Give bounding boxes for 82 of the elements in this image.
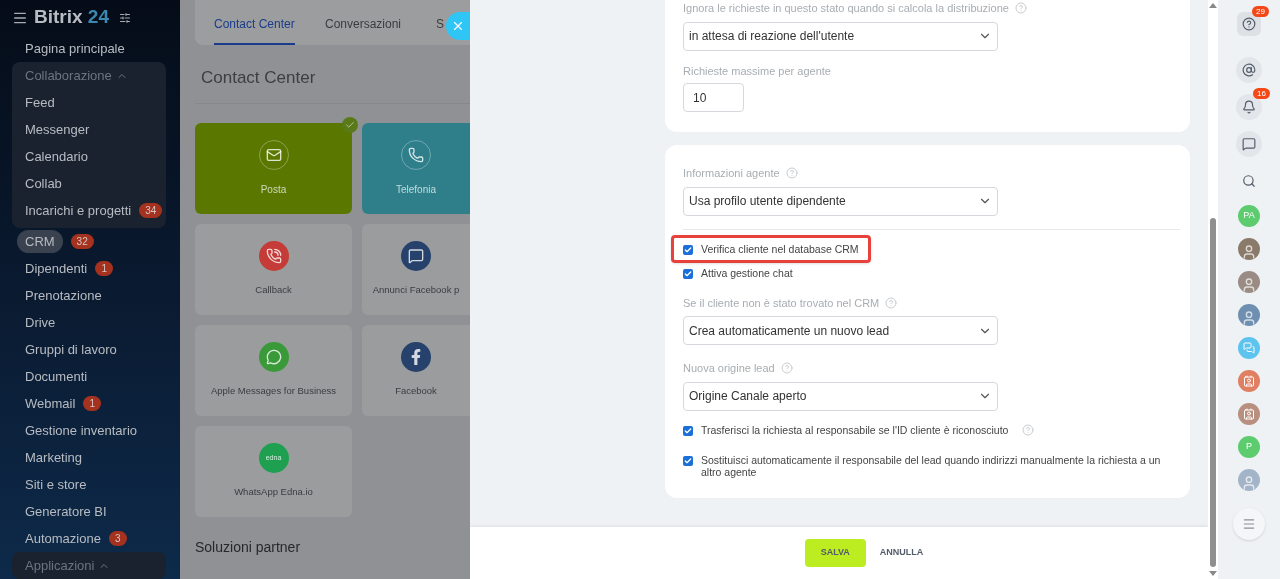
nav-item[interactable]: Drive <box>25 312 56 333</box>
tile-label: Annunci Facebook p <box>372 282 460 297</box>
select-field[interactable]: Crea automaticamente un nuovo lead <box>683 316 998 345</box>
nav-item[interactable]: Gestione inventario <box>25 420 137 441</box>
cancel-button[interactable]: ANNULLA <box>879 546 924 560</box>
channel-tile[interactable]: Apple Messages for Business <box>195 324 352 416</box>
tab[interactable]: S <box>436 15 444 45</box>
section-title: Soluzioni partner <box>195 537 302 557</box>
page-title: Contact Center <box>201 67 317 89</box>
channel-tile[interactable]: Annunci Facebook p <box>362 223 470 315</box>
tile-label: Telefonia <box>396 182 436 197</box>
nav-item[interactable]: Pagina principale <box>25 38 125 59</box>
checkbox[interactable] <box>683 455 693 466</box>
count-badge: 1 <box>95 261 114 276</box>
tile-label: Callback <box>255 282 292 297</box>
nav-item[interactable]: Dipendenti <box>25 258 88 279</box>
nav-item[interactable]: Collab <box>25 173 62 194</box>
logo: Bitrix 24 <box>34 5 109 30</box>
nav-item[interactable]: Calendario <box>25 146 88 167</box>
nav-item[interactable]: Siti e store <box>25 474 87 495</box>
nav-item[interactable]: Gruppi di lavoro <box>25 339 117 360</box>
count-badge: 29 <box>1252 6 1269 17</box>
count-badge: 32 <box>70 234 94 249</box>
user-avatar[interactable] <box>1238 304 1260 326</box>
count-badge: 34 <box>139 203 163 218</box>
tab[interactable]: Conversazioni <box>325 15 402 45</box>
field-label: Se il cliente non è stato trovato nel CRM <box>683 295 880 311</box>
nav-item[interactable]: Messenger <box>25 119 90 140</box>
nav-item[interactable]: CRM <box>17 229 63 254</box>
checkbox[interactable] <box>683 425 693 436</box>
close-icon <box>451 19 465 33</box>
checkbox-label: Trasferisci la richiesta al responsabile se l'ID cliente è riconosciuto <box>701 423 1009 436</box>
nav-item[interactable]: Documenti <box>25 366 88 387</box>
number-field[interactable]: 10 <box>683 83 744 112</box>
contact-avatar[interactable] <box>1238 403 1260 425</box>
at-icon[interactable] <box>1236 57 1262 83</box>
tile-label: WhatsApp Edna.io <box>234 484 313 499</box>
nav-item[interactable]: Generatore BI <box>25 501 107 522</box>
chat-avatar[interactable] <box>1238 337 1260 359</box>
chat-icon[interactable] <box>1236 131 1262 157</box>
count-badge: 1 <box>83 396 102 411</box>
select-field[interactable]: in attesa di reazione dell'utente <box>683 21 998 51</box>
tile-label: Facebook <box>395 383 437 398</box>
bell-icon <box>1242 100 1256 114</box>
field-label: Nuova origine lead <box>683 361 775 376</box>
nav-item[interactable]: Automazione <box>25 528 101 549</box>
nav-item[interactable]: Webmail <box>25 393 76 414</box>
nav-item[interactable]: Incarichi e progetti <box>25 200 132 221</box>
notifications-button[interactable] <box>1236 94 1262 120</box>
help-icon <box>1242 17 1256 31</box>
field-label: Ignora le richieste in questo stato quando si calcola la distribuzione <box>683 1 1009 16</box>
search-icon[interactable] <box>1242 174 1256 188</box>
tab[interactable]: Contact Center <box>214 15 295 45</box>
menu-icon <box>1242 517 1256 531</box>
channel-tile[interactable]: Callback <box>195 223 352 315</box>
settings-icon[interactable] <box>119 11 131 24</box>
save-button[interactable]: SALVA <box>804 539 866 567</box>
user-avatar[interactable] <box>1238 271 1260 293</box>
nav-item[interactable]: Feed <box>25 92 55 113</box>
scrollbar-thumb[interactable] <box>1210 218 1216 567</box>
nav-item[interactable]: Marketing <box>25 447 83 468</box>
select-field[interactable]: Origine Canale aperto <box>683 381 998 411</box>
checkbox-label: Verifica cliente nel database CRM <box>701 242 859 255</box>
user-avatar[interactable] <box>1238 238 1260 260</box>
contact-avatar[interactable] <box>1238 370 1260 392</box>
checkbox-label: Attiva gestione chat <box>701 266 793 279</box>
select-field[interactable]: Usa profilo utente dipendente <box>683 186 998 216</box>
field-label: Informazioni agente <box>683 166 780 181</box>
user-avatar[interactable] <box>1238 469 1260 491</box>
tile-label: Apple Messages for Business <box>210 383 337 398</box>
close-button[interactable] <box>446 12 470 40</box>
field-label: Richieste massime per agente <box>683 63 831 79</box>
help-button[interactable] <box>1237 12 1261 36</box>
channel-tile[interactable]: Facebook <box>362 324 470 416</box>
channel-tile[interactable]: Posta <box>195 122 352 214</box>
checkbox-label: Sostituisci automaticamente il responsabile del lead quando indirizzi manualmente la richiesta a un altro agente <box>701 453 1162 478</box>
nav-item[interactable]: Prenotazione <box>25 285 102 306</box>
tile-label: Posta <box>260 182 287 197</box>
checkbox[interactable] <box>683 268 693 279</box>
count-badge: 16 <box>1253 88 1270 99</box>
count-badge: 3 <box>108 531 127 546</box>
checkbox[interactable] <box>683 244 693 255</box>
